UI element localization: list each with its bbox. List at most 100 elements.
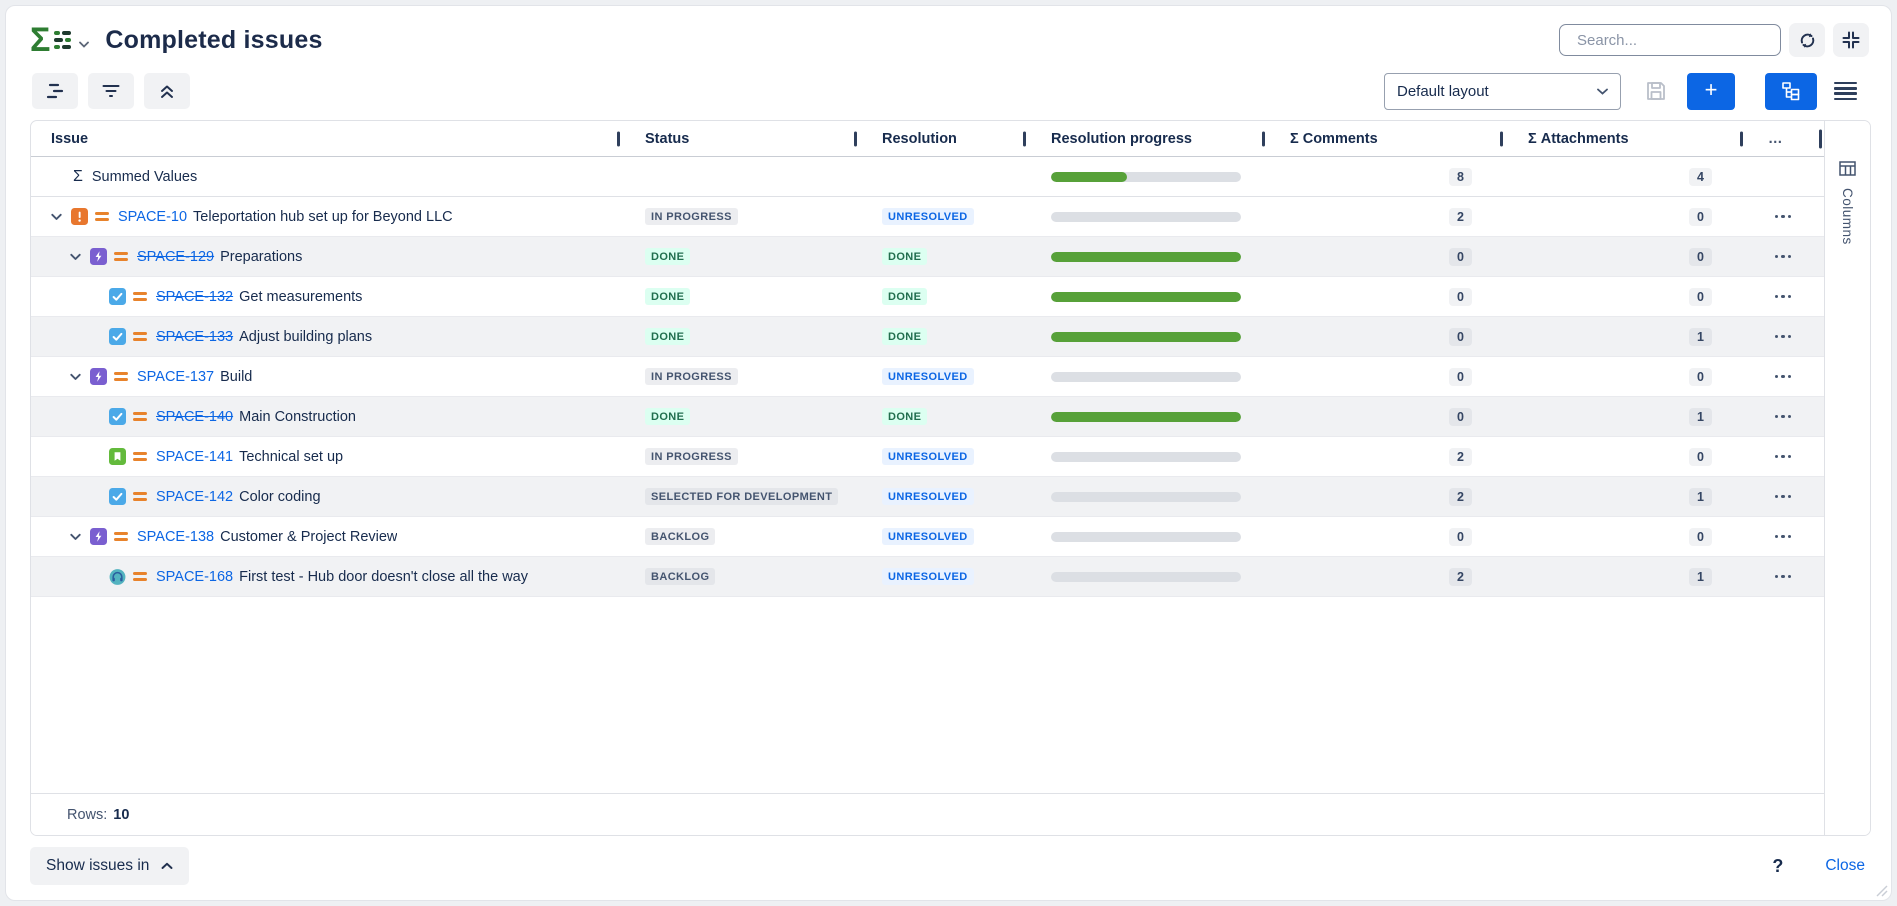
issue-key-link[interactable]: SPACE-137 (137, 369, 214, 385)
issue-key-link[interactable]: SPACE-133 (156, 329, 233, 345)
close-button[interactable]: Close (1825, 857, 1865, 875)
row-expand-chevron[interactable] (51, 213, 71, 221)
column-header-comments[interactable]: Σ Comments (1264, 121, 1502, 156)
row-menu-button[interactable] (1771, 329, 1795, 344)
help-button[interactable]: ? (1772, 856, 1783, 877)
column-header-status[interactable]: Status (619, 121, 856, 156)
headphones-icon (109, 568, 126, 585)
resolution-progress-bar (1051, 372, 1241, 382)
row-expand-chevron[interactable] (70, 533, 90, 541)
column-resize-handle[interactable] (1740, 131, 1743, 146)
summary-comments-count: 8 (1449, 168, 1472, 186)
list-view-button[interactable] (1823, 73, 1867, 110)
row-menu-button[interactable] (1771, 409, 1795, 424)
attachments-count: 1 (1689, 568, 1712, 586)
issue-key-link[interactable]: SPACE-168 (156, 569, 233, 585)
issue-key-link[interactable]: SPACE-138 (137, 529, 214, 545)
group-button[interactable] (32, 73, 78, 109)
list-view-icon (1834, 82, 1857, 101)
row-menu-button[interactable] (1771, 569, 1795, 584)
columns-panel-toggle[interactable]: Columns (1824, 121, 1870, 835)
column-header-resolution-progress[interactable]: Resolution progress (1025, 121, 1264, 156)
layout-select-value: Default layout (1397, 83, 1597, 100)
table-row[interactable]: SPACE-141 Technical set up IN PROGRESS U… (31, 437, 1824, 477)
structure-logo[interactable]: Σ (30, 23, 71, 57)
issue-summary: Technical set up (239, 449, 343, 465)
filter-button[interactable] (88, 73, 134, 109)
issue-key-link[interactable]: SPACE-129 (137, 249, 214, 265)
table-row[interactable]: SPACE-129 Preparations DONE DONE 0 0 (31, 237, 1824, 277)
refresh-button[interactable] (1789, 23, 1825, 57)
row-expand-chevron[interactable] (70, 373, 90, 381)
column-resize-handle[interactable] (1023, 131, 1026, 146)
row-menu-button[interactable] (1771, 449, 1795, 464)
table-row[interactable]: SPACE-137 Build IN PROGRESS UNRESOLVED 0… (31, 357, 1824, 397)
row-menu-button[interactable] (1771, 209, 1795, 224)
resolution-badge: DONE (882, 328, 927, 345)
column-resize-handle[interactable] (1500, 131, 1503, 146)
save-layout-button[interactable] (1639, 79, 1673, 103)
task-icon (109, 408, 126, 425)
issue-key-link[interactable]: SPACE-10 (118, 209, 187, 225)
row-menu-button[interactable] (1771, 289, 1795, 304)
save-icon (1644, 79, 1668, 103)
priority-medium-icon (133, 572, 147, 581)
column-resize-handle[interactable] (1819, 129, 1822, 148)
table-row[interactable]: SPACE-142 Color coding SELECTED FOR DEVE… (31, 477, 1824, 517)
row-menu-button[interactable] (1771, 489, 1795, 504)
collapse-all-button[interactable] (144, 73, 190, 109)
indent (51, 256, 70, 257)
status-badge: IN PROGRESS (645, 208, 738, 225)
issue-key-link[interactable]: SPACE-140 (156, 409, 233, 425)
issues-grid-panel: Issue Status Resolution Resolution progr… (30, 120, 1871, 836)
add-item-button[interactable]: + (1687, 73, 1735, 110)
table-row[interactable]: SPACE-132 Get measurements DONE DONE 0 0 (31, 277, 1824, 317)
issue-key-link[interactable]: SPACE-141 (156, 449, 233, 465)
row-menu-button[interactable] (1771, 249, 1795, 264)
priority-medium-icon (114, 372, 128, 381)
indent (51, 416, 89, 417)
bottom-bar: Show issues in ? Close (6, 836, 1891, 900)
row-menu-button[interactable] (1771, 369, 1795, 384)
attachments-count: 0 (1689, 248, 1712, 266)
indent (51, 296, 89, 297)
table-row[interactable]: SPACE-168 First test - Hub door doesn't … (31, 557, 1824, 597)
alert-icon (71, 208, 88, 225)
table-row[interactable]: SPACE-138 Customer & Project Review BACK… (31, 517, 1824, 557)
column-header-resolution[interactable]: Resolution (856, 121, 1025, 156)
indent (51, 536, 70, 537)
resolution-progress-bar (1051, 492, 1241, 502)
search-input[interactable] (1577, 32, 1776, 49)
column-resize-handle[interactable] (854, 131, 857, 146)
resolution-badge: UNRESOLVED (882, 528, 974, 545)
resize-grip-icon[interactable] (1875, 884, 1888, 897)
column-header-more[interactable]: … (1742, 121, 1824, 156)
resolution-badge: UNRESOLVED (882, 208, 974, 225)
issue-key-link[interactable]: SPACE-142 (156, 489, 233, 505)
issue-summary: Color coding (239, 489, 320, 505)
column-resize-handle[interactable] (1262, 131, 1265, 146)
search-box[interactable] (1559, 24, 1781, 56)
table-row[interactable]: SPACE-133 Adjust building plans DONE DON… (31, 317, 1824, 357)
row-menu-button[interactable] (1771, 529, 1795, 544)
issue-key-link[interactable]: SPACE-132 (156, 289, 233, 305)
comments-count: 2 (1449, 208, 1472, 226)
summary-progress-bar (1051, 172, 1241, 182)
table-row[interactable]: SPACE-140 Main Construction DONE DONE 0 … (31, 397, 1824, 437)
row-expand-chevron[interactable] (70, 253, 90, 261)
structure-menu-chevron-icon[interactable] (79, 35, 89, 53)
issue-summary: Preparations (220, 249, 302, 265)
attachments-count: 1 (1689, 328, 1712, 346)
show-issues-in-button[interactable]: Show issues in (30, 847, 189, 885)
toolbar: Default layout + (6, 68, 1891, 118)
sigma-icon: Σ (73, 168, 83, 186)
attachments-count: 1 (1689, 488, 1712, 506)
compress-button[interactable] (1833, 23, 1869, 57)
resolution-progress-bar (1051, 452, 1241, 462)
layout-select[interactable]: Default layout (1384, 73, 1621, 110)
table-row[interactable]: SPACE-10 Teleportation hub set up for Be… (31, 197, 1824, 237)
tree-view-button[interactable] (1765, 73, 1817, 110)
column-header-attachments[interactable]: Σ Attachments (1502, 121, 1742, 156)
column-header-issue[interactable]: Issue (31, 121, 619, 156)
column-resize-handle[interactable] (617, 131, 620, 146)
